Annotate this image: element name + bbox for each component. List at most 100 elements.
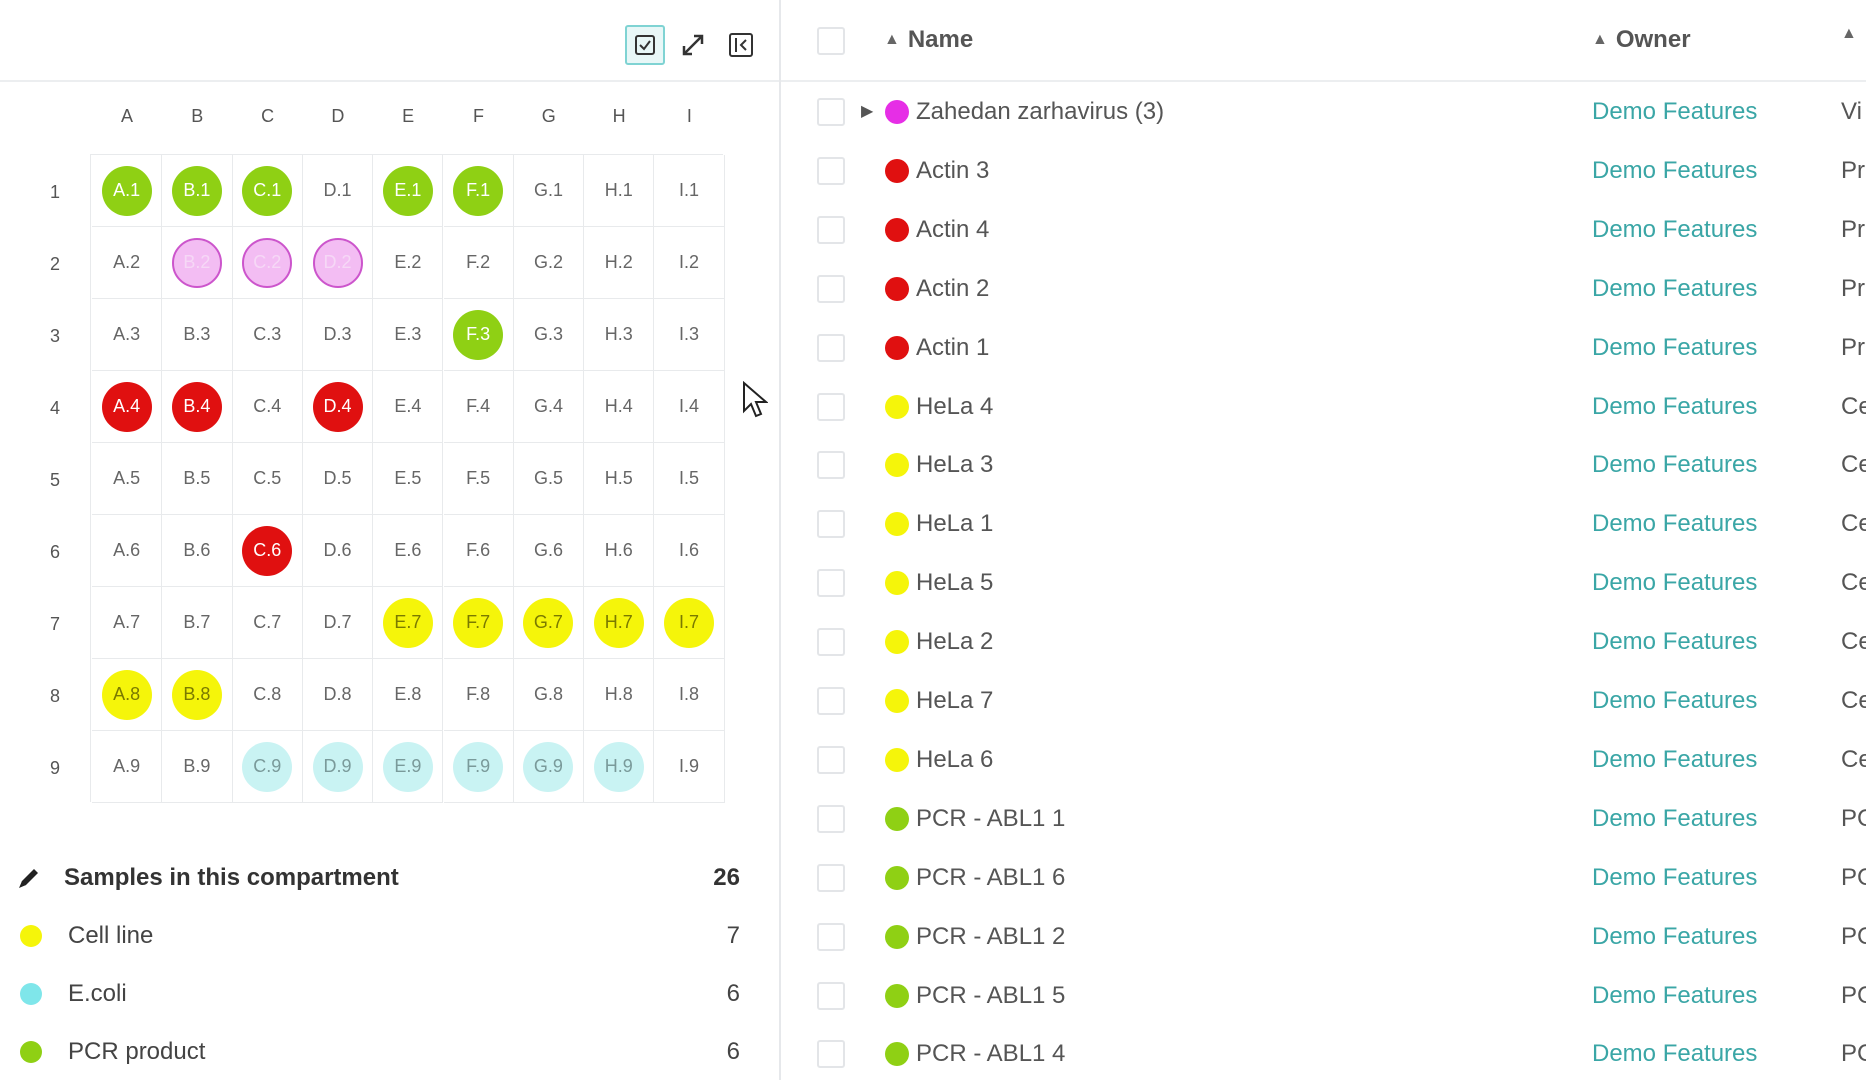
- plate-well[interactable]: F.6: [443, 515, 514, 587]
- row-checkbox[interactable]: [817, 687, 845, 715]
- plate-well[interactable]: C.5: [232, 443, 303, 515]
- table-row[interactable]: Actin 2 Demo Features Pr: [781, 260, 1866, 319]
- plate-well[interactable]: A.6: [92, 515, 163, 587]
- plate-well[interactable]: A.4: [92, 371, 163, 443]
- table-row[interactable]: HeLa 7 Demo Features Ce: [781, 672, 1866, 731]
- plate-well[interactable]: H.7: [584, 587, 655, 659]
- table-row[interactable]: PCR - ABL1 1 Demo Features PC: [781, 790, 1866, 849]
- sample-name[interactable]: PCR - ABL1 4: [916, 1040, 1065, 1068]
- plate-well[interactable]: B.3: [162, 299, 233, 371]
- owner-link[interactable]: Demo Features: [1592, 746, 1757, 774]
- plate-well[interactable]: D.5: [302, 443, 374, 515]
- plate-well[interactable]: G.6: [513, 515, 585, 587]
- expand-caret-icon[interactable]: ▶: [861, 101, 873, 121]
- plate-well[interactable]: A.1: [92, 155, 163, 227]
- table-row[interactable]: HeLa 3 Demo Features Ce: [781, 436, 1866, 495]
- plate-well[interactable]: C.2: [232, 227, 303, 299]
- plate-well[interactable]: I.3: [654, 299, 725, 371]
- sample-name[interactable]: Actin 4: [916, 216, 989, 244]
- plate-well[interactable]: A.5: [92, 443, 163, 515]
- plate-well[interactable]: G.8: [513, 659, 585, 731]
- plate-well[interactable]: D.3: [302, 299, 374, 371]
- plate-well[interactable]: F.5: [443, 443, 514, 515]
- plate-well[interactable]: I.5: [654, 443, 725, 515]
- owner-link[interactable]: Demo Features: [1592, 510, 1757, 538]
- plate-well[interactable]: C.7: [232, 587, 303, 659]
- plate-well[interactable]: F.7: [443, 587, 514, 659]
- plate-well[interactable]: H.4: [584, 371, 655, 443]
- row-checkbox[interactable]: [817, 1040, 845, 1069]
- sample-name[interactable]: HeLa 6: [916, 746, 993, 774]
- plate-well[interactable]: F.1: [443, 155, 514, 227]
- plate-well[interactable]: D.9: [302, 731, 374, 803]
- plate-well[interactable]: F.2: [443, 227, 514, 299]
- plate-well[interactable]: A.8: [92, 659, 163, 731]
- plate-well[interactable]: H.3: [584, 299, 655, 371]
- select-all-checkbox[interactable]: [817, 27, 845, 55]
- plate-well[interactable]: I.8: [654, 659, 725, 731]
- plate-well[interactable]: I.7: [654, 587, 725, 659]
- table-row[interactable]: PCR - ABL1 6 Demo Features PC: [781, 849, 1866, 908]
- plate-well[interactable]: H.9: [584, 731, 655, 803]
- sample-name[interactable]: PCR - ABL1 5: [916, 982, 1065, 1010]
- row-checkbox[interactable]: [817, 98, 845, 126]
- collapse-panel-button[interactable]: [721, 25, 761, 65]
- owner-link[interactable]: Demo Features: [1592, 451, 1757, 479]
- table-row[interactable]: PCR - ABL1 4 Demo Features PC: [781, 1025, 1866, 1080]
- plate-well[interactable]: C.3: [232, 299, 303, 371]
- table-row[interactable]: Actin 1 Demo Features Pr: [781, 319, 1866, 378]
- row-checkbox[interactable]: [817, 392, 845, 421]
- plate-well[interactable]: B.8: [162, 659, 233, 731]
- owner-link[interactable]: Demo Features: [1592, 864, 1757, 892]
- owner-link[interactable]: Demo Features: [1592, 216, 1757, 244]
- plate-well[interactable]: A.3: [92, 299, 163, 371]
- plate-well[interactable]: D.1: [302, 155, 374, 227]
- row-checkbox[interactable]: [817, 922, 845, 951]
- sample-name[interactable]: HeLa 3: [916, 451, 993, 479]
- table-row[interactable]: HeLa 5 Demo Features Ce: [781, 554, 1866, 613]
- sample-name[interactable]: Actin 2: [916, 275, 989, 303]
- plate-well[interactable]: F.8: [443, 659, 514, 731]
- column-header-type[interactable]: ▲: [1841, 26, 1865, 42]
- plate-well[interactable]: C.1: [232, 155, 303, 227]
- table-row[interactable]: Actin 4 Demo Features Pr: [781, 201, 1866, 260]
- sample-name[interactable]: Zahedan zarhavirus (3): [916, 98, 1164, 126]
- plate-well[interactable]: E.1: [373, 155, 444, 227]
- table-row[interactable]: ▶ Zahedan zarhavirus (3) Demo Features Vi: [781, 83, 1866, 142]
- row-checkbox[interactable]: [817, 274, 845, 303]
- plate-well[interactable]: I.1: [654, 155, 725, 227]
- expand-button[interactable]: [673, 25, 713, 65]
- owner-link[interactable]: Demo Features: [1592, 157, 1757, 185]
- plate-well[interactable]: E.2: [373, 227, 444, 299]
- plate-well[interactable]: E.9: [373, 731, 444, 803]
- plate-well[interactable]: E.3: [373, 299, 444, 371]
- plate-well[interactable]: E.6: [373, 515, 444, 587]
- owner-link[interactable]: Demo Features: [1592, 98, 1757, 126]
- plate-well[interactable]: H.5: [584, 443, 655, 515]
- plate-well[interactable]: D.4: [302, 371, 374, 443]
- row-checkbox[interactable]: [817, 510, 845, 539]
- plate-well[interactable]: H.6: [584, 515, 655, 587]
- plate-well[interactable]: E.8: [373, 659, 444, 731]
- row-checkbox[interactable]: [817, 215, 845, 244]
- plate-well[interactable]: D.6: [302, 515, 374, 587]
- plate-well[interactable]: G.4: [513, 371, 585, 443]
- owner-link[interactable]: Demo Features: [1592, 687, 1757, 715]
- plate-well[interactable]: H.1: [584, 155, 655, 227]
- plate-well[interactable]: G.5: [513, 443, 585, 515]
- sample-name[interactable]: PCR - ABL1 1: [916, 805, 1065, 833]
- owner-link[interactable]: Demo Features: [1592, 275, 1757, 303]
- owner-link[interactable]: Demo Features: [1592, 982, 1757, 1010]
- plate-well[interactable]: B.4: [162, 371, 233, 443]
- plate-well[interactable]: B.9: [162, 731, 233, 803]
- sample-name[interactable]: Actin 1: [916, 334, 989, 362]
- row-checkbox[interactable]: [817, 569, 845, 598]
- plate-well[interactable]: B.6: [162, 515, 233, 587]
- row-checkbox[interactable]: [817, 804, 845, 833]
- row-checkbox[interactable]: [817, 981, 845, 1010]
- owner-link[interactable]: Demo Features: [1592, 923, 1757, 951]
- row-checkbox[interactable]: [817, 451, 845, 480]
- plate-well[interactable]: B.2: [162, 227, 233, 299]
- plate-well[interactable]: D.7: [302, 587, 374, 659]
- sample-name[interactable]: Actin 3: [916, 157, 989, 185]
